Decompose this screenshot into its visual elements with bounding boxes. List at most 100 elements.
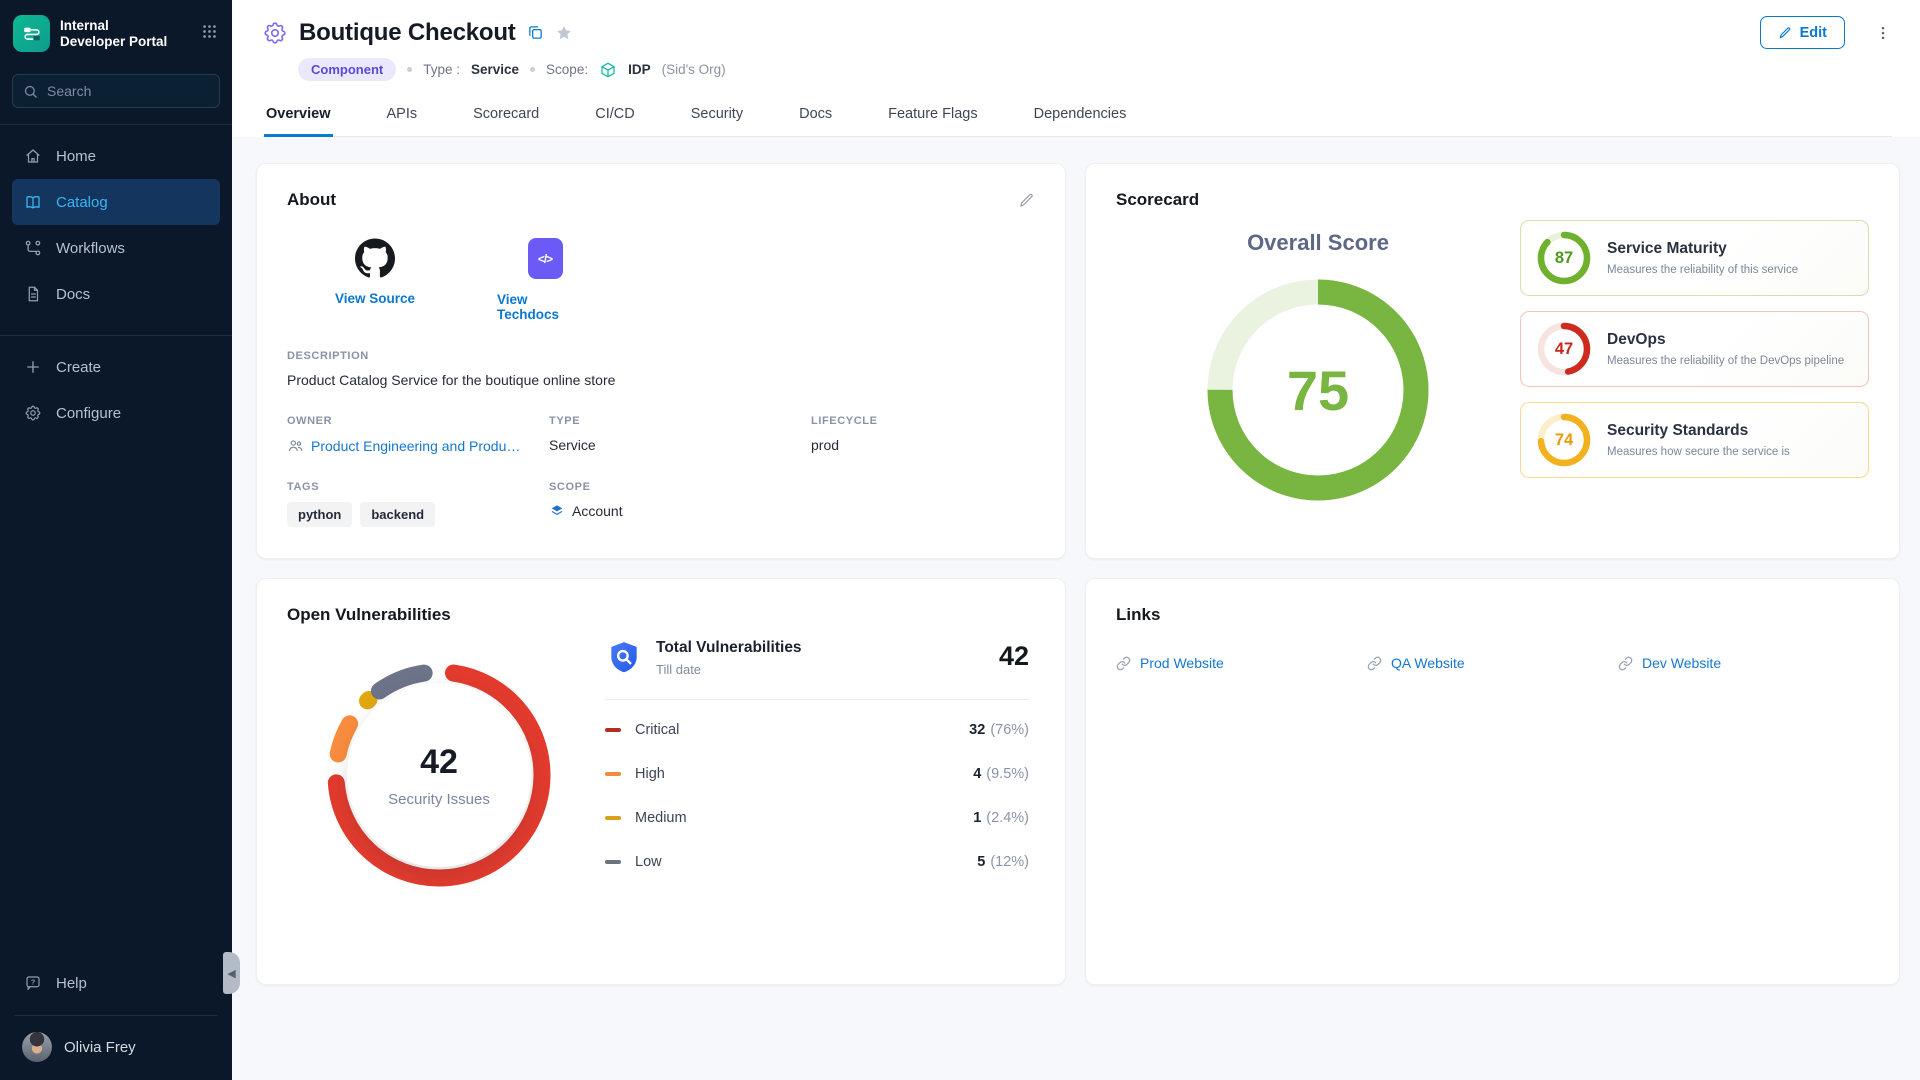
search-icon: [23, 84, 38, 99]
apps-grid-icon[interactable]: [201, 15, 218, 45]
severity-dash-icon: [605, 816, 621, 821]
svg-text:?: ?: [31, 979, 35, 987]
gear-icon: [24, 404, 42, 422]
link-icon: [1116, 656, 1131, 671]
scorecard-title: Scorecard: [1116, 190, 1199, 210]
score-desc: Measures the reliability of the DevOps p…: [1607, 355, 1844, 367]
tags-label: TAGS: [287, 481, 549, 493]
dot-separator: [407, 67, 412, 72]
severity-pct: (9.5%): [986, 766, 1029, 782]
lifecycle-field: LIFECYCLE prod: [811, 415, 1035, 454]
sidebar-item-help[interactable]: ? Help: [12, 963, 220, 1003]
sidebar-item-create[interactable]: Create: [12, 344, 220, 390]
link-icon: [1367, 656, 1382, 671]
plus-icon: [24, 358, 42, 376]
severity-pct: (2.4%): [986, 810, 1029, 826]
till-date-subtitle: Till date: [656, 662, 802, 677]
kebab-menu-icon[interactable]: [1874, 24, 1892, 42]
lifecycle-value: prod: [811, 437, 839, 453]
description-label: DESCRIPTION: [287, 350, 1035, 362]
github-icon: [355, 238, 395, 278]
scorecard-item-service-maturity[interactable]: 87 Service Maturity Measures the reliabi…: [1520, 220, 1869, 296]
link-icon: [1618, 656, 1633, 671]
tab-security[interactable]: Security: [689, 96, 745, 137]
sidebar-nav: Home Catalog Workflows Docs: [0, 131, 232, 319]
overall-score-donut: 75: [1204, 276, 1432, 504]
owner-group-icon: [287, 437, 304, 454]
search-input[interactable]: [47, 83, 187, 99]
score-value: 74: [1537, 413, 1591, 467]
tab-feature-flags[interactable]: Feature Flags: [886, 96, 979, 137]
edit-button[interactable]: Edit: [1760, 16, 1845, 49]
tag-chip[interactable]: backend: [360, 502, 435, 527]
view-techdocs-link[interactable]: </> View Techdocs: [497, 238, 593, 322]
edit-about-icon[interactable]: [1018, 192, 1035, 209]
severity-label: High: [635, 766, 665, 782]
link-label: Dev Website: [1642, 655, 1721, 671]
catalog-icon: [24, 193, 42, 211]
scorecard-item-devops[interactable]: 47 DevOps Measures the reliability of th…: [1520, 311, 1869, 387]
page-title: Boutique Checkout: [299, 19, 516, 47]
scope-cube-icon: [599, 61, 617, 79]
link-prod-website[interactable]: Prod Website: [1116, 655, 1367, 671]
severity-count: 32: [969, 722, 985, 738]
sidebar-item-configure[interactable]: Configure: [12, 390, 220, 436]
sidebar-logo-row: Internal Developer Portal: [0, 0, 232, 62]
severity-label: Critical: [635, 722, 679, 738]
scorecard-item-security-standards[interactable]: 74 Security Standards Measures how secur…: [1520, 402, 1869, 478]
help-icon: ?: [24, 974, 42, 992]
sidebar-item-workflows[interactable]: Workflows: [12, 225, 220, 271]
sidebar-item-label: Home: [56, 148, 96, 165]
user-name: Olivia Frey: [64, 1039, 136, 1056]
owner-field: OWNER Product Engineering and Product...: [287, 415, 549, 454]
techdocs-icon: </>: [528, 238, 563, 279]
link-label: Prod Website: [1140, 655, 1224, 671]
total-vulnerabilities-title: Total Vulnerabilities: [656, 639, 802, 657]
main-area: Boutique Checkout Edit Comp: [232, 0, 1920, 1080]
links-title: Links: [1116, 605, 1160, 625]
avatar: [22, 1032, 52, 1062]
type-field-value: Service: [549, 437, 596, 453]
sidebar-collapse-handle[interactable]: ◀: [223, 952, 240, 994]
lifecycle-label: LIFECYCLE: [811, 415, 1035, 427]
owner-link[interactable]: Product Engineering and Product...: [311, 438, 523, 454]
severity-count: 4: [973, 766, 981, 782]
overall-score-label: Overall Score: [1247, 230, 1389, 256]
link-dev-website[interactable]: Dev Website: [1618, 655, 1869, 671]
type-label: Type :: [423, 62, 460, 77]
tab-scorecard[interactable]: Scorecard: [471, 96, 541, 137]
description-value: Product Catalog Service for the boutique…: [287, 372, 1035, 388]
sidebar-item-docs[interactable]: Docs: [12, 271, 220, 317]
copy-icon[interactable]: [527, 24, 544, 41]
star-icon[interactable]: [555, 24, 573, 42]
score-desc: Measures the reliability of this service: [1607, 264, 1798, 276]
score-name: DevOps: [1607, 331, 1844, 349]
page-header: Boutique Checkout Edit Comp: [232, 0, 1920, 137]
docs-icon: [24, 285, 42, 303]
type-field: TYPE Service: [549, 415, 811, 454]
logo-icon: [13, 15, 50, 52]
vulnerabilities-title: Open Vulnerabilities: [287, 605, 451, 625]
link-label: QA Website: [1391, 655, 1465, 671]
tag-chip[interactable]: python: [287, 502, 352, 527]
user-menu[interactable]: Olivia Frey: [12, 1028, 220, 1068]
workflows-icon: [24, 239, 42, 257]
edit-button-label: Edit: [1800, 25, 1827, 41]
search-box[interactable]: [12, 74, 220, 108]
sidebar: Internal Developer Portal: [0, 0, 232, 1080]
tab-cicd[interactable]: CI/CD: [593, 96, 636, 137]
sidebar-bottom: ? Help Olivia Frey: [0, 963, 232, 1080]
sidebar-item-catalog[interactable]: Catalog: [12, 179, 220, 225]
link-qa-website[interactable]: QA Website: [1367, 655, 1618, 671]
tab-dependencies[interactable]: Dependencies: [1032, 96, 1129, 137]
tab-docs[interactable]: Docs: [797, 96, 834, 137]
view-source-link[interactable]: View Source: [327, 238, 423, 322]
total-vulnerabilities-value: 42: [999, 639, 1029, 672]
scope-label: Scope:: [546, 62, 588, 77]
sidebar-item-home[interactable]: Home: [12, 133, 220, 179]
tab-overview[interactable]: Overview: [264, 96, 333, 137]
score-donut: 74: [1537, 413, 1591, 467]
vuln-row-medium: Medium 1 (2.4%): [605, 796, 1029, 840]
score-name: Service Maturity: [1607, 240, 1798, 258]
tab-apis[interactable]: APIs: [385, 96, 420, 137]
